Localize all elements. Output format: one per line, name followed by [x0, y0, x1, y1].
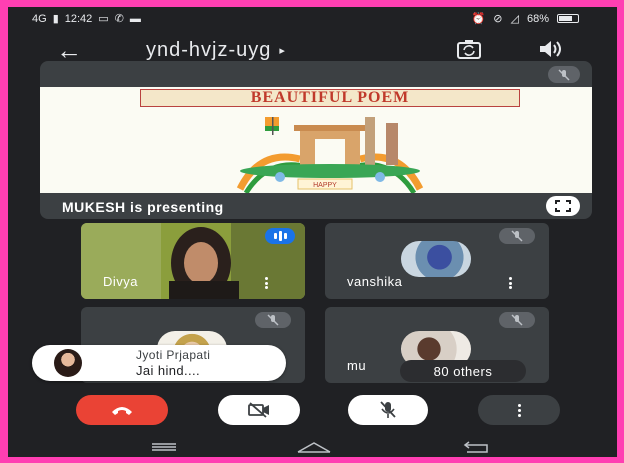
avatar: [401, 241, 471, 277]
chat-notification[interactable]: Jyoti Prjapati Jai hind....: [32, 345, 286, 381]
participant-name: vanshika: [347, 274, 403, 289]
participant-menu-icon[interactable]: [505, 275, 515, 291]
avatar: [54, 349, 82, 377]
alarm-icon: ⏰: [471, 13, 486, 25]
india-gate-illustration: HAPPY: [236, 117, 424, 193]
status-right: ⏰ ⊘ ◿ 68%: [472, 12, 579, 25]
presentation-tile[interactable]: BEAUTIFUL POEM HAPPY MUKESH is presentin…: [40, 61, 592, 219]
participant-menu-icon[interactable]: [261, 275, 271, 291]
chat-sender-name: Jyoti Prjapati: [136, 348, 211, 362]
status-left: 4G ▮ 12:42 ▭ ✆ ▬: [32, 12, 141, 26]
home-icon: [297, 442, 331, 453]
presenter-label: MUKESH is presenting: [62, 199, 224, 215]
others-count-button[interactable]: 80 others: [400, 360, 526, 382]
status-time: 12:42: [64, 12, 93, 25]
speaking-indicator: [265, 228, 295, 244]
more-vert-icon: [517, 403, 521, 418]
more-options-button[interactable]: [478, 395, 560, 425]
phone-hangup-icon: [112, 407, 132, 415]
presentation-mic-off-badge: [548, 66, 580, 83]
system-nav-bar: [8, 435, 617, 457]
mic-off-icon: [380, 401, 396, 418]
speaker-icon[interactable]: [536, 37, 566, 61]
slide-title: BEAUTIFUL POEM: [140, 89, 520, 107]
shared-slide: BEAUTIFUL POEM HAPPY: [40, 87, 592, 193]
fullscreen-button[interactable]: [546, 196, 580, 216]
screen-record-icon: ▭: [98, 13, 109, 25]
participant-name: Divya: [103, 274, 139, 289]
signal-indicator: 4G: [32, 12, 47, 25]
menu-lines-icon: [152, 443, 176, 451]
mute-icon: ⊘: [493, 13, 503, 25]
video-off-icon: [248, 402, 269, 418]
phone-screen: 4G ▮ 12:42 ▭ ✆ ▬ ⏰ ⊘ ◿ 68% ← ynd-hvjz-uy…: [8, 7, 617, 457]
notification-icon: ▬: [129, 12, 141, 25]
participant-mic-off-badge: [255, 312, 291, 328]
signal-bars-icon: ▮: [52, 13, 59, 25]
battery-icon: [557, 14, 579, 23]
mic-off-icon: [558, 68, 570, 81]
switch-camera-icon[interactable]: [456, 37, 482, 61]
mic-off-icon: [267, 314, 279, 326]
recent-apps-button[interactable]: [144, 439, 184, 455]
mic-off-icon: [511, 314, 523, 326]
home-button[interactable]: [294, 439, 334, 455]
meeting-code: ynd-hvjz-uyg: [146, 39, 272, 61]
fullscreen-icon: [555, 200, 571, 212]
status-bar: 4G ▮ 12:42 ▭ ✆ ▬ ⏰ ⊘ ◿ 68%: [8, 7, 617, 31]
participant-name: mu: [347, 358, 367, 373]
meeting-code-button[interactable]: ynd-hvjz-uyg ▸: [146, 39, 286, 62]
end-call-button[interactable]: [76, 395, 168, 425]
camera-toggle-button[interactable]: [218, 395, 300, 425]
whatsapp-icon: ✆: [114, 13, 124, 25]
participant-tile[interactable]: Divya: [81, 223, 305, 299]
participant-mic-off-badge: [499, 312, 535, 328]
caret-right-icon: ▸: [279, 45, 286, 57]
mic-toggle-button[interactable]: [348, 395, 428, 425]
participant-tile[interactable]: vanshika: [325, 223, 549, 299]
network-icon: ◿: [510, 13, 519, 25]
mic-off-icon: [511, 230, 523, 242]
slide-badge: HAPPY: [313, 182, 337, 189]
chat-message: Jai hind....: [136, 363, 201, 378]
participant-mic-off-badge: [499, 228, 535, 244]
nav-back-icon: [463, 441, 488, 453]
battery-percent: 68%: [526, 12, 549, 25]
back-button[interactable]: [456, 439, 496, 455]
